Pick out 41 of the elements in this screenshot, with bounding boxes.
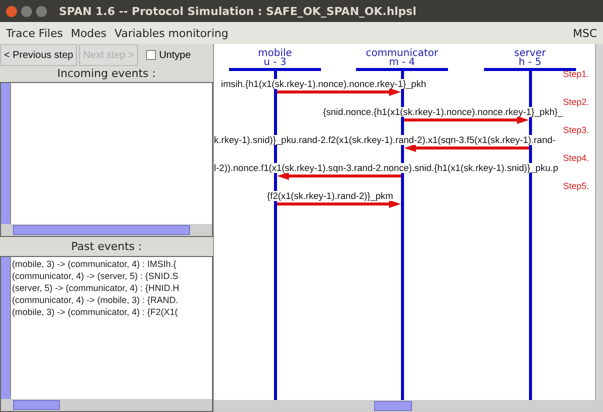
step-label: Step1. [562,69,589,79]
message-label: l-2)).nonce.f1(x1(sk.rkey-1).sqn-3.rand-2.nonce).snid.{h1(x1(sk.rkey-1).snid)}_pku.p [214,163,558,173]
horizontal-scrollbar[interactable] [214,400,603,412]
previous-step-button[interactable]: < Previous step [0,44,78,66]
incoming-events-heading: Incoming events : [56,66,157,82]
maximize-button[interactable] [36,6,47,16]
agent-id: m - 4 [388,58,416,68]
message-label: k.rkey-1).snid)}_pku.rand-2.f2(x1(sk.rkey-1).rand-2).x1(sqn-3.f5(x1(sk.rkey-1).rand- [214,135,556,145]
vertical-scrollbar[interactable] [595,44,603,400]
minimize-button[interactable] [21,6,32,16]
message-label: imsih.{h1(x1(sk.rkey-1).nonce).nonce.rkey-1}_pkh [221,79,426,89]
agent-name: server [513,49,547,59]
menu-item[interactable]: Modes [70,26,107,40]
agent-name: communicator [364,49,440,59]
vertical-scrollbar[interactable] [1,257,11,399]
window-title: SPAN 1.6 -- Protocol Simulation : SAFE_OK_SPAN_OK.hlpsl [59,4,416,18]
incoming-events-list[interactable] [0,82,213,237]
agent-id: h - 5 [518,58,542,68]
message-label: {snid.nonce.{h1(x1(sk.rkey-1).nonce).nonce.rkey-1}_pkh}_ [323,107,563,117]
step-label: Step3. [562,125,589,135]
past-events-heading: Past events : [70,239,143,255]
view-label: MSC [572,26,597,40]
past-events-list[interactable] [0,256,213,412]
horizontal-scrollbar[interactable] [1,224,212,236]
event-row[interactable]: (communicator, 4) -> (server, 5) : {SNID.S [12,270,211,282]
close-button[interactable] [6,6,17,16]
message-label: {f2(x1(sk.rkey-1).rand-2)}_pkm [267,191,394,201]
event-row[interactable]: (mobile, 3) -> (communicator, 4) : IMSIh.{ [12,258,211,270]
vertical-scrollbar[interactable] [1,83,11,224]
step-label: Step2. [562,97,589,107]
untype-checkbox[interactable]: Untype [140,44,197,66]
horizontal-scrollbar[interactable] [1,399,212,411]
event-row[interactable]: (communicator, 4) -> (mobile, 3) : {RAND. [12,294,211,306]
agent-name: mobile [257,49,293,59]
step-label: Step4. [562,153,589,163]
menu-item[interactable]: Variables monitoring [114,26,228,40]
step-label: Step5. [562,181,589,191]
menu-item[interactable]: Trace Files [6,26,63,40]
event-row[interactable]: (mobile, 3) -> (communicator, 4) : {F2(X1( [12,306,211,318]
event-row[interactable]: (server, 5) -> (communicator, 4) : {HNID.H [12,282,211,294]
agent-id: u - 3 [262,58,288,68]
